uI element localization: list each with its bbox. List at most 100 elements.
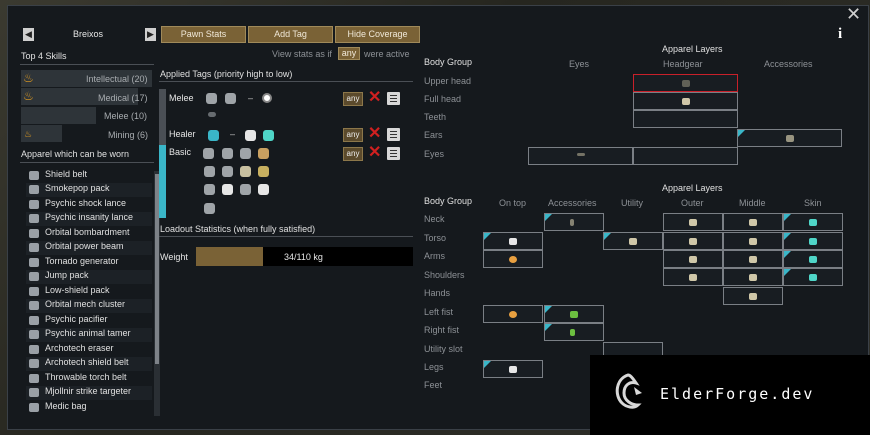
psychic-shock-lance-icon	[29, 200, 39, 209]
gloves-icon	[749, 293, 757, 300]
grid-cell[interactable]	[783, 232, 843, 250]
pack-icon	[245, 130, 256, 141]
tag-basic-remove-button[interactable]: ✕	[368, 145, 382, 161]
watermark-text: ElderForge.dev	[660, 385, 815, 403]
list-item[interactable]: Low-shield pack	[26, 285, 152, 299]
smokepop-pack-icon	[29, 185, 39, 194]
jacket-icon	[689, 256, 697, 263]
grid-cell[interactable]	[483, 250, 543, 268]
tag-healer-label: Healer	[169, 129, 196, 139]
grid-cell[interactable]	[663, 250, 723, 268]
tag-basic-list-button[interactable]	[387, 147, 400, 160]
grid-cell[interactable]	[723, 268, 783, 286]
close-icon[interactable]: ✕	[846, 5, 862, 23]
necklace-icon	[258, 184, 269, 195]
tag-healer-list-button[interactable]	[387, 128, 400, 141]
list-item[interactable]: Psychic shock lance	[26, 198, 152, 212]
list-item[interactable]: Psychic animal tamer	[26, 328, 152, 342]
skin-vest-icon	[809, 238, 817, 245]
coverage-marker	[784, 233, 791, 240]
grid-cell[interactable]	[544, 305, 604, 323]
list-item[interactable]: Orbital bombardment	[26, 227, 152, 241]
grid1-row-ears: Ears	[424, 130, 443, 140]
grid2-col-middle: Middle	[739, 198, 766, 208]
list-item[interactable]: Tornado generator	[26, 256, 152, 270]
grid-cell[interactable]	[723, 232, 783, 250]
add-tag-button[interactable]: Add Tag	[248, 26, 333, 43]
coverage-marker	[604, 233, 611, 240]
jacket-icon	[689, 238, 697, 245]
coverage-marker	[738, 130, 745, 137]
list-item[interactable]: Psychic pacifier	[26, 314, 152, 328]
view-stats-select[interactable]: any	[338, 47, 360, 60]
list-item[interactable]: Orbital mech cluster	[26, 299, 152, 313]
jacket-icon	[689, 219, 697, 226]
pawn-stats-button[interactable]: Pawn Stats	[161, 26, 246, 43]
hat-icon	[240, 166, 251, 177]
tag-melee-remove-button[interactable]: ✕	[368, 90, 382, 106]
apparel-list-heading: Apparel which can be worn	[21, 149, 130, 159]
grid-cell[interactable]	[723, 287, 783, 305]
grid-cell[interactable]	[483, 305, 543, 323]
applied-tags-heading: Applied Tags (priority high to low)	[160, 69, 293, 79]
list-item[interactable]: Archotech shield belt	[26, 357, 152, 371]
grid-cell[interactable]	[544, 213, 604, 231]
mjollnir-strike-targeter-icon	[29, 388, 39, 397]
grid-cell[interactable]	[544, 323, 604, 341]
grid-cell[interactable]	[663, 268, 723, 286]
grid-cell[interactable]	[633, 147, 738, 165]
pants-icon	[222, 166, 233, 177]
grid-cell[interactable]	[483, 232, 543, 250]
list-item[interactable]: Smokepop pack	[26, 183, 152, 197]
grid-cell[interactable]	[737, 129, 842, 147]
tag-melee-list-button[interactable]	[387, 92, 400, 105]
grid-cell[interactable]	[723, 213, 783, 231]
grid-cell[interactable]	[633, 74, 738, 92]
tag-basic-label: Basic	[169, 147, 192, 157]
shirt-icon	[749, 238, 757, 245]
list-item[interactable]: Mjollnir strike targeter	[26, 386, 152, 400]
grid-cell[interactable]	[783, 250, 843, 268]
grid-cell[interactable]	[783, 213, 843, 231]
tag-basic-any-button[interactable]: any	[343, 147, 363, 161]
weight-bar-fill	[196, 247, 263, 266]
helmet-icon	[681, 98, 690, 105]
grid-cell[interactable]	[663, 213, 723, 231]
tag-priority-bar	[159, 89, 166, 145]
bandolier-icon	[258, 166, 269, 177]
list-item[interactable]: Archotech eraser	[26, 343, 152, 357]
jacket-icon	[203, 148, 214, 159]
tag-healer-dash: –	[230, 129, 236, 139]
band-icon	[222, 184, 233, 195]
hide-coverage-button[interactable]: Hide Coverage	[335, 26, 420, 43]
ring-icon	[570, 329, 575, 336]
list-item[interactable]: Shield belt	[26, 169, 152, 183]
grid1-row-full-head: Full head	[424, 94, 462, 104]
list-item[interactable]: Psychic insanity lance	[26, 212, 152, 226]
grid-cell[interactable]	[528, 147, 633, 165]
tag-healer-remove-button[interactable]: ✕	[368, 126, 382, 142]
grid-cell[interactable]	[783, 268, 843, 286]
grid-cell[interactable]	[663, 232, 723, 250]
tag-healer-any-button[interactable]: any	[343, 128, 363, 142]
grid2-row-left-fist: Left fist	[424, 307, 454, 317]
grid-cell[interactable]	[483, 360, 543, 378]
next-pawn-button[interactable]: ▶	[145, 28, 156, 41]
grid-cell[interactable]	[603, 232, 663, 250]
psychic-animal-tamer-icon	[29, 330, 39, 339]
skin-vest-icon	[809, 256, 817, 263]
grid-cell[interactable]	[633, 110, 738, 128]
grid1-row-eyes: Eyes	[424, 149, 445, 159]
grid-cell[interactable]	[633, 92, 738, 110]
grid1-col-eyes: Eyes	[569, 59, 590, 69]
tag-melee-any-button[interactable]: any	[343, 92, 363, 106]
prev-pawn-button[interactable]: ◀	[23, 28, 34, 41]
info-icon[interactable]: i	[838, 26, 848, 42]
list-item[interactable]: Medic bag	[26, 401, 152, 415]
grid2-col-utility: Utility	[621, 198, 643, 208]
list-item[interactable]: Orbital power beam	[26, 241, 152, 255]
list-item[interactable]: Throwable torch belt	[26, 372, 152, 386]
coverage-marker	[784, 214, 791, 221]
list-item[interactable]: Jump pack	[26, 270, 152, 284]
grid-cell[interactable]	[723, 250, 783, 268]
